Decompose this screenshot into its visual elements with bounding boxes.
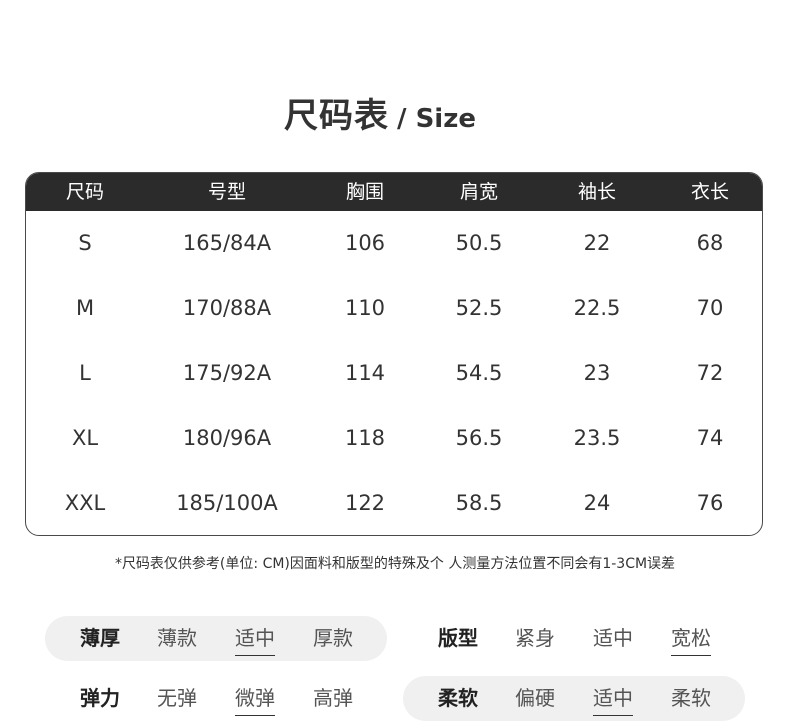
- cell-model: 170/88A: [182, 296, 272, 320]
- cell-model: 175/92A: [182, 361, 272, 385]
- table-row: L 175/92A 114 54.5 23 72: [26, 341, 762, 406]
- cell-size: XL: [71, 426, 99, 450]
- page-title: 尺码表 / Size: [0, 88, 760, 137]
- cell-model: 185/100A: [176, 491, 278, 515]
- thickness-attribute: 薄厚 薄款 适中 厚款: [45, 616, 387, 661]
- cell-size: L: [79, 361, 91, 385]
- header-size: 尺码: [65, 181, 105, 203]
- cell-chest: 106: [344, 231, 386, 255]
- cell-size: S: [78, 231, 92, 255]
- header-model: 号型: [207, 181, 247, 203]
- thickness-label: 薄厚: [80, 626, 120, 650]
- cell-model: 180/96A: [182, 426, 272, 450]
- cell-shoulder: 56.5: [455, 426, 503, 450]
- softness-option-medium: 适中: [593, 681, 633, 716]
- thickness-option-thick: 厚款: [313, 626, 353, 650]
- stretch-option-high: 高弹: [313, 686, 353, 710]
- stretch-attribute: 弹力 无弹 微弹 高弹: [45, 676, 387, 721]
- thickness-option-thin: 薄款: [157, 626, 197, 650]
- cell-length: 72: [696, 361, 724, 385]
- softness-attribute: 柔软 偏硬 适中 柔软: [403, 676, 745, 721]
- softness-label: 柔软: [438, 686, 478, 710]
- softness-option-firm: 偏硬: [515, 686, 555, 710]
- table-row: M 170/88A 110 52.5 22.5 70: [26, 276, 762, 341]
- cell-model: 165/84A: [182, 231, 272, 255]
- title-chinese: 尺码表: [284, 96, 390, 136]
- stretch-option-slight: 微弹: [235, 681, 275, 716]
- header-sleeve: 袖长: [577, 181, 617, 203]
- header-length: 衣长: [690, 181, 730, 203]
- size-disclaimer: *尺码表仅供参考(单位: CM)因面料和版型的特殊及个 人测量方法位置不同会有1…: [114, 556, 676, 572]
- cell-sleeve: 24: [583, 491, 611, 515]
- stretch-option-none: 无弹: [157, 686, 197, 710]
- cell-shoulder: 58.5: [455, 491, 503, 515]
- fit-option-loose: 宽松: [671, 621, 711, 656]
- softness-option-soft: 柔软: [671, 686, 711, 710]
- fit-option-regular: 适中: [593, 626, 633, 650]
- cell-size: M: [75, 296, 95, 320]
- fit-label: 版型: [438, 626, 478, 650]
- stretch-label: 弹力: [80, 686, 120, 710]
- cell-chest: 118: [344, 426, 386, 450]
- cell-sleeve: 23.5: [573, 426, 621, 450]
- cell-length: 76: [696, 491, 724, 515]
- table-row: XXL 185/100A 122 58.5 24 76: [26, 471, 762, 535]
- header-shoulder: 肩宽: [459, 181, 499, 203]
- header-chest: 胸围: [345, 181, 385, 203]
- cell-length: 68: [696, 231, 724, 255]
- table-header: 尺码 号型 胸围 肩宽 袖长 衣长: [26, 173, 762, 211]
- cell-chest: 114: [344, 361, 386, 385]
- fit-option-slim: 紧身: [515, 626, 555, 650]
- cell-chest: 122: [344, 491, 386, 515]
- thickness-option-medium: 适中: [235, 621, 275, 656]
- cell-shoulder: 50.5: [455, 231, 503, 255]
- cell-length: 74: [696, 426, 724, 450]
- cell-sleeve: 22: [583, 231, 611, 255]
- size-table: 尺码 号型 胸围 肩宽 袖长 衣长 S 165/84A 106 50.5 22 …: [25, 172, 763, 536]
- cell-length: 70: [696, 296, 724, 320]
- cell-shoulder: 54.5: [455, 361, 503, 385]
- fit-attribute: 版型 紧身 适中 宽松: [403, 616, 745, 661]
- title-english: / Size: [397, 104, 476, 134]
- table-row: XL 180/96A 118 56.5 23.5 74: [26, 406, 762, 471]
- cell-shoulder: 52.5: [455, 296, 503, 320]
- cell-size: XXL: [64, 491, 106, 515]
- cell-chest: 110: [344, 296, 386, 320]
- table-row: S 165/84A 106 50.5 22 68: [26, 211, 762, 276]
- cell-sleeve: 22.5: [573, 296, 621, 320]
- cell-sleeve: 23: [583, 361, 611, 385]
